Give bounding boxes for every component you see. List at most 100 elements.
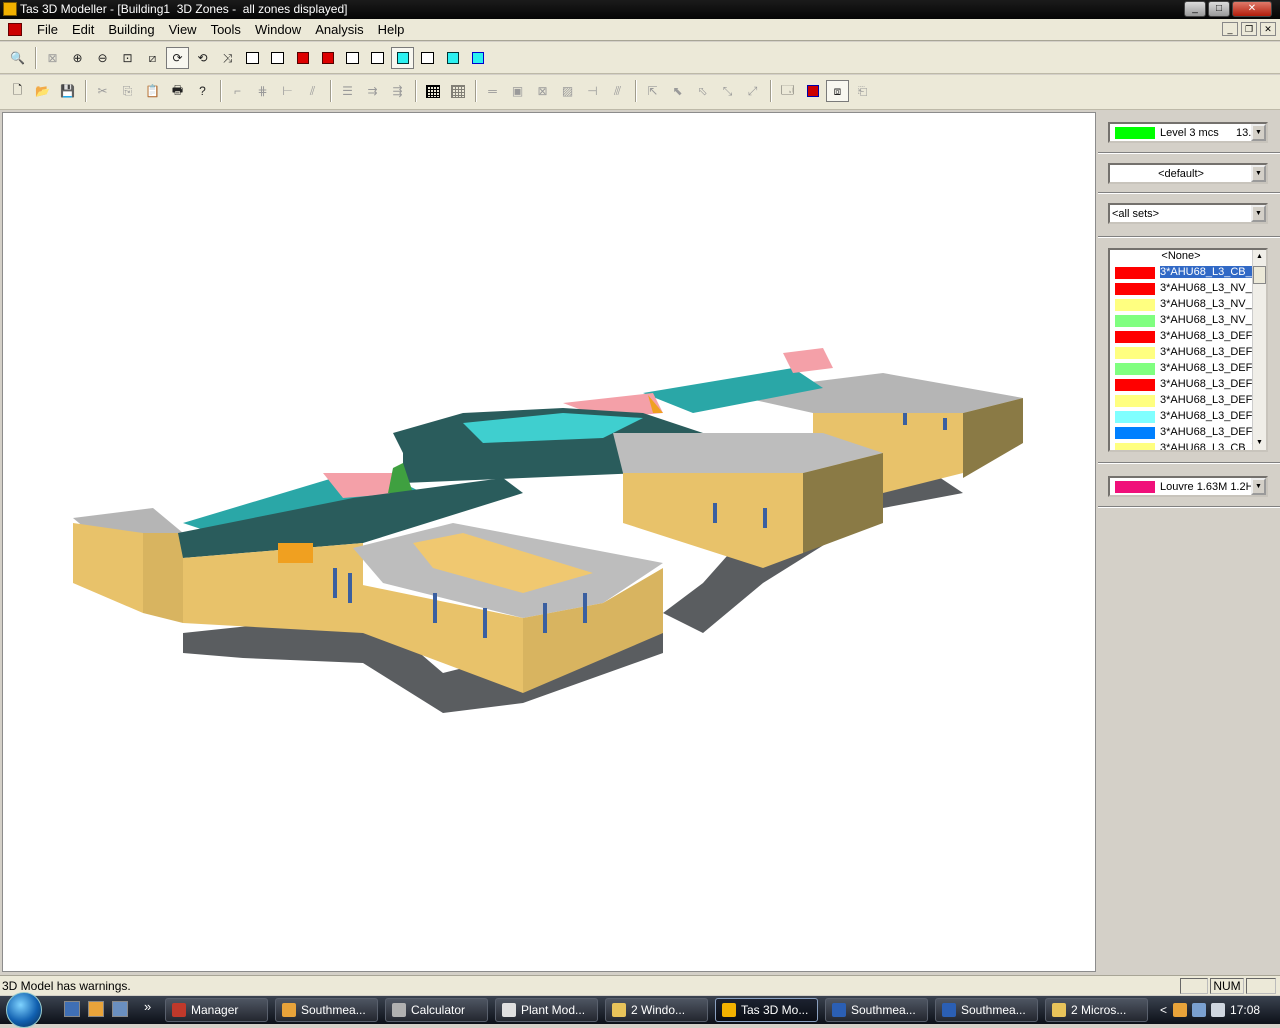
construction-combo[interactable]: Louvre 1.63M 1.2H ▼: [1108, 476, 1268, 497]
help-icon[interactable]: ?: [191, 80, 214, 102]
zone-list-item[interactable]: 3*AHU68_L3_NV_1: [1110, 281, 1252, 297]
taskbar-button[interactable]: Southmea...: [825, 998, 928, 1022]
rotate-view-icon[interactable]: ⟳: [166, 47, 189, 69]
cut-icon[interactable]: ✂: [91, 80, 114, 102]
pan-view-icon[interactable]: ⧄: [141, 47, 164, 69]
zone-list-item[interactable]: 3*AHU68_L3_CB_V: [1110, 441, 1252, 450]
menu-building[interactable]: Building: [101, 22, 161, 38]
show-desktop-icon[interactable]: [64, 1001, 80, 1017]
zone-list-item[interactable]: 3*AHU68_L3_DEF: [1110, 409, 1252, 425]
wireframe-box-icon[interactable]: [241, 47, 264, 69]
taskbar-button[interactable]: Manager: [165, 998, 268, 1022]
scroll-down-icon[interactable]: ▼: [1253, 436, 1266, 450]
taskbar-button[interactable]: 2 Windo...: [605, 998, 708, 1022]
frame-z-icon[interactable]: ▨: [556, 80, 579, 102]
chevron-down-icon[interactable]: ▼: [1251, 478, 1266, 495]
arrow-cross-icon[interactable]: ⤡: [716, 80, 739, 102]
outline-box-icon[interactable]: [341, 47, 364, 69]
frame-x-icon[interactable]: ⊠: [531, 80, 554, 102]
scroll-up-icon[interactable]: ▲: [1253, 250, 1266, 264]
arrow-box-nw-icon[interactable]: ⬉: [666, 80, 689, 102]
menu-file[interactable]: File: [30, 22, 65, 38]
walk-view-icon[interactable]: ⤨: [216, 47, 239, 69]
quicklaunch-chevron[interactable]: »: [144, 999, 151, 1014]
draw-dimension-icon[interactable]: ⊢: [276, 80, 299, 102]
hidden-line-box-icon[interactable]: [266, 47, 289, 69]
3d-viewport[interactable]: [2, 112, 1096, 972]
zone-list-item[interactable]: 3*AHU68_L3_DEF: [1110, 361, 1252, 377]
grid-light-icon[interactable]: [446, 80, 469, 102]
hatch-icon[interactable]: ⫻: [606, 80, 629, 102]
fit-view-icon[interactable]: ⊡: [116, 47, 139, 69]
align-arrow-icon[interactable]: ⇉: [361, 80, 384, 102]
outline-box-2-icon[interactable]: [366, 47, 389, 69]
zone-list-scrollbar[interactable]: ▲ ▼: [1252, 250, 1266, 450]
zone-list-item[interactable]: 3*AHU68_L3_NV_1: [1110, 297, 1252, 313]
save-icon[interactable]: 💾: [56, 80, 79, 102]
copy-icon[interactable]: ⎘: [116, 80, 139, 102]
taskbar-button[interactable]: Plant Mod...: [495, 998, 598, 1022]
open-folder-icon[interactable]: 📂: [31, 80, 54, 102]
doc-restore-button[interactable]: ❐: [1241, 22, 1257, 36]
arrow-cross-2-icon[interactable]: ⤢: [741, 80, 764, 102]
network-icon[interactable]: [1192, 1003, 1207, 1017]
draw-slash-icon[interactable]: ⫽: [301, 80, 324, 102]
zone-list-item[interactable]: 3*AHU68_L3_DEF: [1110, 345, 1252, 361]
zone-list-item[interactable]: 3*AHU68_L3_DEF: [1110, 393, 1252, 409]
sets-combo[interactable]: <all sets> ▼: [1108, 203, 1268, 224]
align-lines-icon[interactable]: ☰: [336, 80, 359, 102]
chevron-down-icon[interactable]: ▼: [1251, 165, 1266, 182]
taskbar-button[interactable]: Southmea...: [275, 998, 378, 1022]
document-icon[interactable]: [8, 23, 22, 36]
close-button[interactable]: ✕: [1232, 1, 1272, 17]
align-arrow-2-icon[interactable]: ⇶: [386, 80, 409, 102]
menu-tools[interactable]: Tools: [204, 22, 248, 38]
3d-view-icon[interactable]: ⧈: [826, 80, 849, 102]
tray-expand-arrow[interactable]: <: [1160, 1003, 1167, 1017]
tray-folder-icon[interactable]: [1173, 1003, 1188, 1017]
draw-cross-icon[interactable]: ⋕: [251, 80, 274, 102]
maximize-button[interactable]: □: [1208, 1, 1230, 17]
menu-view[interactable]: View: [162, 22, 204, 38]
zone-list-item[interactable]: 3*AHU68_L3_DEF: [1110, 377, 1252, 393]
paste-icon[interactable]: 📋: [141, 80, 164, 102]
taskbar-button[interactable]: Calculator: [385, 998, 488, 1022]
menu-edit[interactable]: Edit: [65, 22, 101, 38]
zone-list-item[interactable]: 3*AHU68_L3_DEF: [1110, 425, 1252, 441]
zone-list-item[interactable]: 3*AHU68_L3_DEF: [1110, 329, 1252, 345]
window-color-icon[interactable]: [801, 80, 824, 102]
outline-box-3-icon[interactable]: [416, 47, 439, 69]
minimize-button[interactable]: _: [1184, 1, 1206, 17]
taskbar-button[interactable]: 2 Micros...: [1045, 998, 1148, 1022]
doc-close-button[interactable]: ✕: [1260, 22, 1276, 36]
zoom-in-icon[interactable]: ⊕: [66, 47, 89, 69]
chevron-down-icon[interactable]: ▼: [1251, 124, 1266, 141]
zoom-extents-icon[interactable]: ⊠: [41, 47, 64, 69]
app-icon[interactable]: [3, 2, 17, 16]
start-orb-icon[interactable]: [6, 992, 42, 1028]
frame-f-icon[interactable]: ▣: [506, 80, 529, 102]
cyan-box-icon[interactable]: [441, 47, 464, 69]
dwg-export-icon[interactable]: ⎗: [851, 80, 874, 102]
menu-analysis[interactable]: Analysis: [308, 22, 370, 38]
cyan-blue-box-icon[interactable]: [466, 47, 489, 69]
zone-list[interactable]: 3*AHU68_L3_CB_V 3*AHU68_L3_DEF 3*AHU68_L3_…: [1108, 248, 1268, 452]
view-combo[interactable]: <default> ▼: [1108, 163, 1268, 184]
quicklaunch-folder-icon[interactable]: [88, 1001, 104, 1017]
arrow-nw-icon[interactable]: ⇱: [641, 80, 664, 102]
span-icon[interactable]: ⊣: [581, 80, 604, 102]
zoom-window-icon[interactable]: 🔍: [6, 47, 29, 69]
chevron-down-icon[interactable]: ▼: [1251, 205, 1266, 222]
grid-icon[interactable]: [421, 80, 444, 102]
volume-icon[interactable]: [1211, 1003, 1226, 1017]
taskbar-button[interactable]: Tas 3D Mo...: [715, 998, 818, 1022]
taskbar-button[interactable]: Southmea...: [935, 998, 1038, 1022]
zone-list-item[interactable]: <None>: [1110, 250, 1252, 265]
arrow-box-2-icon[interactable]: ⬁: [691, 80, 714, 102]
draw-corner-icon[interactable]: ⌐: [226, 80, 249, 102]
window-view-icon[interactable]: 🗔: [776, 80, 799, 102]
shaded-red-solid-icon[interactable]: [316, 47, 339, 69]
zone-list-item[interactable]: 3*AHU68_L3_NV_1: [1110, 313, 1252, 329]
level-combo[interactable]: Level 3 mcs 13. ▼: [1108, 122, 1268, 143]
menu-window[interactable]: Window: [248, 22, 308, 38]
